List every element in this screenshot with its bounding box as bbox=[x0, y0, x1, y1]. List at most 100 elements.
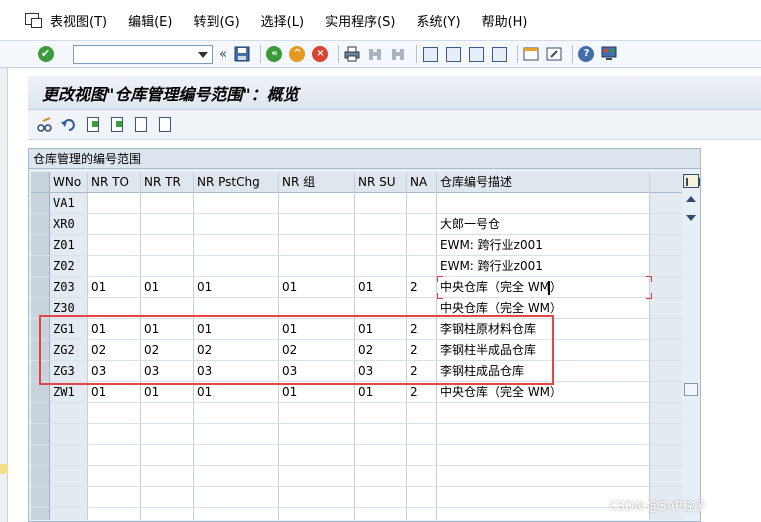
cell-na[interactable] bbox=[407, 487, 437, 508]
cell-nr-pstchg[interactable] bbox=[194, 193, 279, 214]
row-selector[interactable] bbox=[31, 277, 50, 298]
cell-nr-tr[interactable]: 01 bbox=[141, 382, 194, 403]
row-selector[interactable] bbox=[31, 340, 50, 361]
cell-nr-to[interactable]: 03 bbox=[88, 361, 141, 382]
cancel-button[interactable]: × bbox=[311, 45, 330, 64]
cell-wno[interactable]: Z01 bbox=[50, 235, 88, 256]
cell-description[interactable]: 大郎一号仓 bbox=[437, 214, 650, 235]
cell-na[interactable]: 2 bbox=[407, 382, 437, 403]
cell-na[interactable] bbox=[407, 466, 437, 487]
cell-nr-group[interactable]: 03 bbox=[279, 361, 355, 382]
cell-nr-su[interactable] bbox=[355, 256, 407, 277]
cell-nr-pstchg[interactable] bbox=[194, 298, 279, 319]
cell-na[interactable]: 2 bbox=[407, 361, 437, 382]
chevron-down-icon[interactable] bbox=[198, 51, 208, 58]
cell-nr-group[interactable] bbox=[279, 508, 355, 520]
cell-nr-su[interactable]: 03 bbox=[355, 361, 407, 382]
cell-wno[interactable] bbox=[50, 445, 88, 466]
cell-nr-group[interactable] bbox=[279, 214, 355, 235]
first-page-button[interactable] bbox=[421, 45, 440, 64]
cell-nr-group[interactable] bbox=[279, 193, 355, 214]
cell-nr-to[interactable] bbox=[88, 487, 141, 508]
cell-nr-su[interactable] bbox=[355, 235, 407, 256]
row-selector[interactable] bbox=[31, 424, 50, 445]
previous-page-button[interactable] bbox=[444, 45, 463, 64]
cell-nr-su[interactable]: 02 bbox=[355, 340, 407, 361]
cell-nr-tr[interactable] bbox=[141, 403, 194, 424]
row-selector[interactable] bbox=[31, 487, 50, 508]
cell-description[interactable] bbox=[437, 193, 650, 214]
cell-wno[interactable]: XR0 bbox=[50, 214, 88, 235]
cell-nr-to[interactable] bbox=[88, 466, 141, 487]
cell-nr-to[interactable] bbox=[88, 256, 141, 277]
cell-nr-pstchg[interactable] bbox=[194, 424, 279, 445]
shortcut-button[interactable] bbox=[545, 45, 564, 64]
cell-na[interactable]: 2 bbox=[407, 277, 437, 298]
row-selector[interactable] bbox=[31, 508, 50, 520]
cell-na[interactable]: 2 bbox=[407, 319, 437, 340]
cell-description[interactable]: 李钢柱原材料仓库 bbox=[437, 319, 650, 340]
cell-wno[interactable] bbox=[50, 487, 88, 508]
cell-nr-pstchg[interactable] bbox=[194, 256, 279, 277]
cell-wno[interactable] bbox=[50, 403, 88, 424]
cell-description[interactable]: EWM: 跨行业z001 bbox=[437, 256, 650, 277]
cell-nr-tr[interactable] bbox=[141, 508, 194, 520]
cell-nr-pstchg[interactable] bbox=[194, 445, 279, 466]
cell-description[interactable]: EWM: 跨行业z001 bbox=[437, 235, 650, 256]
cell-nr-tr[interactable]: 01 bbox=[141, 319, 194, 340]
cell-na[interactable] bbox=[407, 256, 437, 277]
cell-nr-group[interactable] bbox=[279, 298, 355, 319]
cell-nr-to[interactable] bbox=[88, 424, 141, 445]
menu-utilities[interactable]: 实用程序(S) bbox=[325, 11, 395, 30]
cell-wno[interactable]: Z30 bbox=[50, 298, 88, 319]
cell-wno[interactable]: Z02 bbox=[50, 256, 88, 277]
cell-nr-su[interactable] bbox=[355, 487, 407, 508]
cell-nr-pstchg[interactable] bbox=[194, 466, 279, 487]
cell-description[interactable] bbox=[437, 424, 650, 445]
scroll-up-arrow-icon[interactable] bbox=[686, 196, 696, 202]
next-page-button[interactable] bbox=[467, 45, 486, 64]
menu-goto[interactable]: 转到(G) bbox=[193, 11, 239, 30]
cell-nr-pstchg[interactable] bbox=[194, 487, 279, 508]
cell-wno[interactable]: VA1 bbox=[50, 193, 88, 214]
cell-nr-to[interactable] bbox=[88, 403, 141, 424]
cell-nr-su[interactable] bbox=[355, 424, 407, 445]
cell-wno[interactable]: ZG1 bbox=[50, 319, 88, 340]
enter-button[interactable]: ✔ bbox=[36, 45, 55, 64]
select-all-rows-button[interactable] bbox=[31, 172, 50, 193]
scroll-down-arrow-icon[interactable] bbox=[686, 215, 696, 221]
row-selector[interactable] bbox=[31, 466, 50, 487]
cell-description[interactable]: 中央仓库（完全 WM） bbox=[437, 298, 650, 319]
column-header-nr-to[interactable]: NR TO bbox=[88, 172, 141, 193]
cell-description[interactable] bbox=[437, 466, 650, 487]
column-header-nr-su[interactable]: NR SU bbox=[355, 172, 407, 193]
cell-nr-tr[interactable] bbox=[141, 256, 194, 277]
cell-nr-su[interactable] bbox=[355, 403, 407, 424]
cell-nr-to[interactable]: 02 bbox=[88, 340, 141, 361]
cell-nr-tr[interactable] bbox=[141, 424, 194, 445]
cell-nr-su[interactable]: 01 bbox=[355, 277, 407, 298]
menu-help[interactable]: 帮助(H) bbox=[482, 11, 528, 30]
cell-nr-to[interactable]: 01 bbox=[88, 382, 141, 403]
menu-system[interactable]: 系统(Y) bbox=[416, 11, 460, 30]
cell-wno[interactable]: ZG3 bbox=[50, 361, 88, 382]
cell-nr-group[interactable] bbox=[279, 487, 355, 508]
find-button[interactable] bbox=[366, 45, 385, 64]
cell-nr-group[interactable]: 02 bbox=[279, 340, 355, 361]
cell-wno[interactable]: ZG2 bbox=[50, 340, 88, 361]
back-button[interactable]: « bbox=[265, 45, 284, 64]
cell-nr-group[interactable]: 01 bbox=[279, 382, 355, 403]
cell-na[interactable] bbox=[407, 235, 437, 256]
cell-na[interactable] bbox=[407, 508, 437, 520]
cell-nr-pstchg[interactable] bbox=[194, 508, 279, 520]
cell-nr-to[interactable] bbox=[88, 508, 141, 520]
row-selector[interactable] bbox=[31, 403, 50, 424]
cell-nr-to[interactable]: 01 bbox=[88, 319, 141, 340]
cell-nr-group[interactable] bbox=[279, 403, 355, 424]
cell-nr-su[interactable]: 01 bbox=[355, 319, 407, 340]
cell-nr-tr[interactable] bbox=[141, 193, 194, 214]
cell-nr-tr[interactable]: 03 bbox=[141, 361, 194, 382]
cell-nr-su[interactable]: 01 bbox=[355, 382, 407, 403]
menu-select[interactable]: 选择(L) bbox=[261, 11, 304, 30]
column-header-description[interactable]: 仓库编号描述 bbox=[437, 172, 650, 193]
